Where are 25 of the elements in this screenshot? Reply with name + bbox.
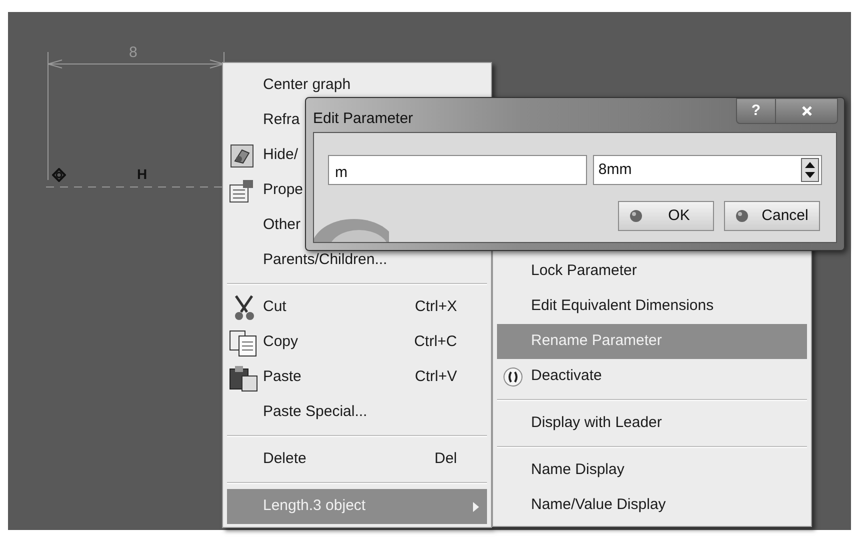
menu-item-label: Cut bbox=[263, 297, 286, 318]
shortcut-label: Ctrl+C bbox=[414, 332, 457, 352]
menu-item-label: Deactivate bbox=[531, 366, 602, 386]
menu-item-label: Length.3 object bbox=[263, 496, 366, 516]
field-value: 8mm bbox=[598, 160, 632, 180]
menu-item-label: Delete bbox=[263, 449, 306, 470]
menu-item-label: Other bbox=[263, 215, 301, 236]
shortcut-label: Ctrl+X bbox=[414, 297, 457, 318]
menu-item-label: Copy bbox=[263, 332, 298, 352]
menu-item-label: Edit Equivalent Dimensions bbox=[531, 296, 714, 316]
menu-item-label: Name/Value Display bbox=[531, 495, 666, 516]
menu-item-label: Paste bbox=[263, 367, 302, 388]
menu-item-label: Center graph bbox=[263, 75, 351, 96]
menu-item-label: Lock Parameter bbox=[531, 261, 637, 282]
shortcut-label: Ctrl+V bbox=[414, 367, 457, 388]
menu-item-label: Display with Leader bbox=[531, 413, 662, 434]
menu-item-label: Hide/ bbox=[263, 145, 298, 166]
shortcut-label: Del bbox=[434, 449, 457, 470]
menu-item-label: Paste Special... bbox=[263, 402, 368, 422]
menu-item-label: Rename Parameter bbox=[531, 331, 662, 352]
horizontal-constraint-symbol: H bbox=[137, 166, 148, 182]
menu-item-label: Prope bbox=[263, 180, 304, 200]
dialog-title: Edit Parameter bbox=[313, 109, 414, 129]
menu-item-label: Parents/Children... bbox=[263, 250, 388, 270]
menu-item-label: Name Display bbox=[531, 460, 624, 480]
